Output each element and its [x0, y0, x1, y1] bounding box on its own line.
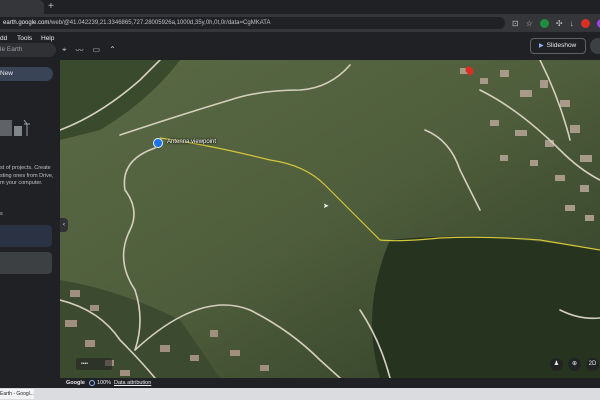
profile-avatar[interactable] — [596, 18, 600, 28]
download-icon[interactable]: ↓ — [570, 19, 574, 28]
extension-icon[interactable] — [539, 18, 549, 28]
menu-add[interactable]: dd — [0, 35, 7, 42]
puzzle-icon[interactable]: ✣ — [556, 19, 563, 28]
map-viewport[interactable]: Antenna viewpoint ➤ •••• ♟ ⊕ 2D — [60, 60, 600, 378]
load-percent: 100% — [97, 380, 112, 386]
map-statusbar: Google 100% Data attribution — [60, 378, 600, 388]
path-icon[interactable]: 〰 — [76, 45, 84, 56]
compass-icon[interactable]: ⊕ — [568, 358, 581, 371]
browser-toolbar: earth.google.com/web/@41.042239,21.33468… — [0, 14, 600, 32]
mouse-cursor-icon: ➤ — [323, 203, 329, 210]
browser-tab[interactable] — [0, 0, 44, 14]
search-input[interactable]: le Earth — [0, 43, 56, 57]
view-3d-toggle[interactable]: 2D — [586, 358, 599, 371]
data-attribution-link[interactable]: Data attribution — [114, 378, 151, 388]
app-header: dd Tools Help le Earth ⌖ 〰 ▭ ⌃ — [0, 32, 600, 60]
placemark-icon[interactable]: ⌖ — [62, 45, 67, 56]
new-project-button[interactable]: New — [0, 67, 53, 81]
placemark-label[interactable]: Antenna viewpoint — [167, 139, 216, 145]
browser-tabstrip: + — [0, 0, 600, 14]
pegman-icon[interactable]: ♟ — [550, 358, 563, 371]
account-avatar[interactable] — [590, 38, 600, 54]
loading-icon — [89, 380, 95, 386]
url-host: earth.google.com — [3, 20, 50, 26]
recording-icon[interactable] — [580, 18, 590, 28]
taskbar-item-earth[interactable]: Earth - Googl... — [0, 389, 34, 399]
section-label: s — [0, 211, 3, 217]
collapse-sidebar-button[interactable]: ‹ — [60, 218, 68, 232]
map-tools: ⌖ 〰 ▭ ⌃ — [62, 45, 116, 56]
play-icon: ▶ — [539, 43, 544, 49]
placemark-pin-icon[interactable] — [153, 138, 163, 148]
new-tab-button[interactable]: + — [48, 1, 54, 13]
address-bar-actions: ⊡ ☆ ✣ ↓ — [512, 17, 600, 29]
slideshow-label: Slideshow — [546, 42, 577, 49]
minimap-button[interactable]: •••• — [76, 358, 112, 370]
url-path: /web/@41.042239,21.3346865,727.28005926a… — [49, 20, 271, 26]
menu-help[interactable]: Help — [41, 35, 54, 42]
satellite-terrain — [60, 60, 600, 378]
project-card-selected[interactable] — [0, 225, 52, 247]
projects-illustration — [0, 119, 30, 136]
chevron-up-icon[interactable]: ⌃ — [109, 45, 116, 56]
project-card[interactable] — [0, 252, 52, 274]
empty-projects-text: st of projects. Create sting ones from D… — [0, 165, 54, 186]
new-project-label: New — [0, 70, 14, 77]
address-bar[interactable]: earth.google.com/web/@41.042239,21.33468… — [0, 17, 505, 29]
slideshow-button[interactable]: ▶ Slideshow — [530, 38, 586, 54]
os-taskbar: Earth - Googl... — [0, 388, 600, 400]
projects-sidebar: New st of projects. Create sting ones fr… — [0, 60, 60, 378]
menu-tools[interactable]: Tools — [17, 35, 32, 42]
star-icon[interactable]: ☆ — [526, 19, 533, 28]
measure-icon[interactable]: ▭ — [93, 45, 101, 56]
google-logo: Google — [66, 380, 85, 386]
install-app-icon[interactable]: ⊡ — [512, 19, 519, 28]
